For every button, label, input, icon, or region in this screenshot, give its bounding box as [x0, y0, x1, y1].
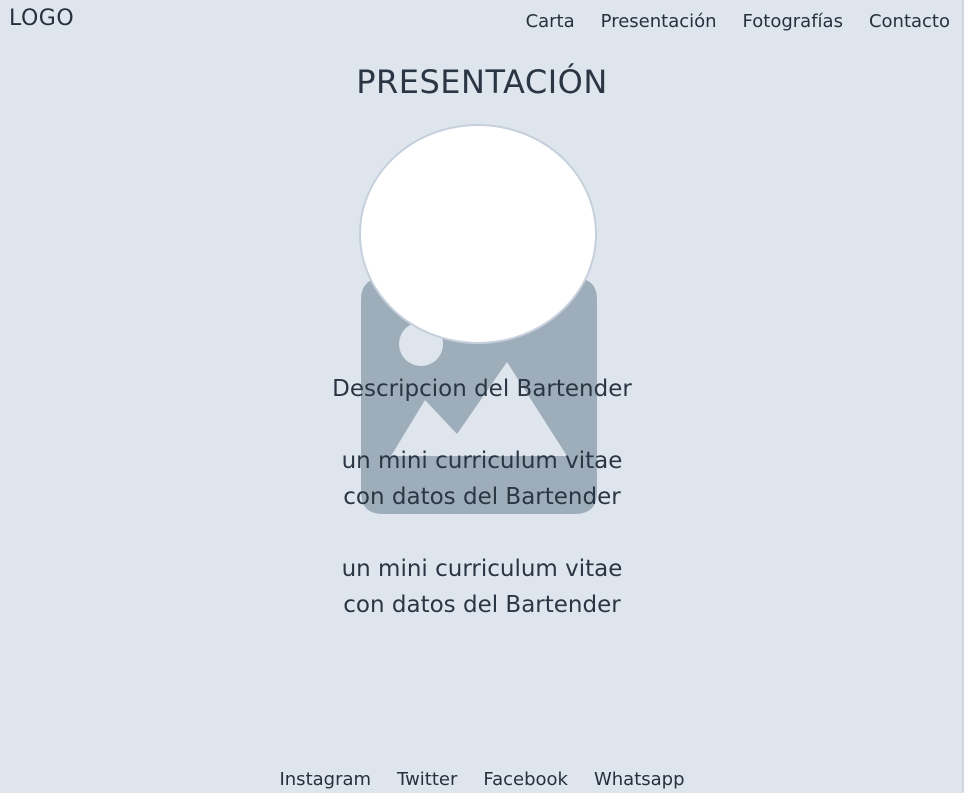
bartender-description: Descripcion del Bartender	[332, 376, 632, 402]
curriculum-block-1: un mini curriculum vitae con datos del B…	[0, 443, 964, 515]
instagram-link[interactable]: Instagram	[279, 767, 371, 793]
curriculum-line-2: con datos del Bartender	[343, 484, 621, 510]
nav-presentacion[interactable]: Presentación	[601, 10, 717, 34]
logo[interactable]: LOGO	[9, 5, 74, 33]
curriculum-line-1: un mini curriculum vitae	[341, 448, 623, 474]
avatar	[359, 124, 597, 344]
twitter-link[interactable]: Twitter	[397, 767, 457, 793]
curriculum-line-1: un mini curriculum vitae	[341, 556, 623, 582]
page-title: PRESENTACIÓN	[356, 63, 608, 101]
footer-social-links: Instagram Twitter Facebook Whatsapp	[0, 767, 964, 793]
top-nav: Carta Presentación Fotografías Contacto	[526, 10, 950, 34]
curriculum-line-2: con datos del Bartender	[343, 592, 621, 618]
whatsapp-link[interactable]: Whatsapp	[594, 767, 685, 793]
nav-contacto[interactable]: Contacto	[869, 10, 950, 34]
curriculum-block-2: un mini curriculum vitae con datos del B…	[0, 551, 964, 623]
nav-fotografias[interactable]: Fotografías	[743, 10, 843, 34]
nav-carta[interactable]: Carta	[526, 10, 575, 34]
facebook-link[interactable]: Facebook	[483, 767, 568, 793]
